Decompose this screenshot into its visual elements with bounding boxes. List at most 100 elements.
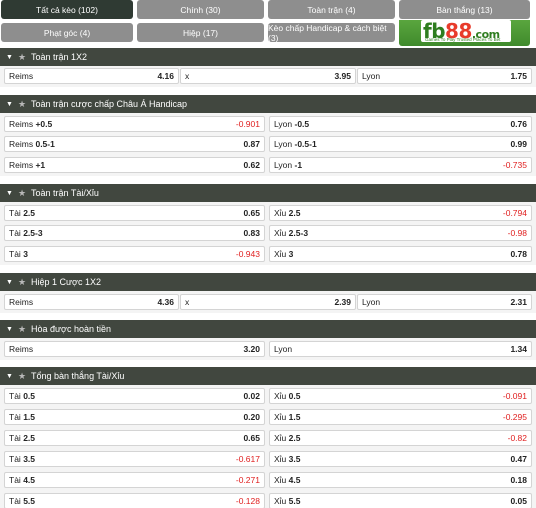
odds-value: 3.95: [334, 71, 351, 81]
star-icon[interactable]: ★: [18, 277, 26, 288]
selection-label: Tài 2.5-3: [9, 228, 243, 238]
odds-cell[interactable]: Xỉu 2.5 -0.82: [269, 430, 532, 446]
odds-cell[interactable]: Lyon -0.5-1 0.99: [269, 136, 532, 152]
selection-name: Tài: [9, 208, 21, 218]
odds-cell[interactable]: Lyon 1.75: [357, 68, 532, 84]
handicap-line: 2.5: [288, 433, 301, 443]
selection-label: Tài 2.5: [9, 433, 243, 443]
tab-corners[interactable]: Phạt góc (4): [1, 23, 133, 42]
handicap-line: 3: [288, 249, 294, 259]
odds-cell[interactable]: Reims 4.16: [4, 68, 179, 84]
selection-label: Tài 3: [9, 249, 236, 259]
odds-cell[interactable]: Tài 3 -0.943: [4, 246, 265, 262]
chevron-down-icon[interactable]: ▼: [6, 101, 13, 108]
section-header[interactable]: ▼ ★ Toàn trận Tài/Xỉu: [0, 184, 536, 202]
odds-cell[interactable]: Xỉu 2.5 -0.794: [269, 205, 532, 221]
handicap-line: 2.5: [23, 433, 36, 443]
odds-cell[interactable]: Tài 1.5 0.20: [4, 409, 265, 425]
odds-cell[interactable]: x 2.39: [180, 294, 356, 310]
odds-value: 0.78: [510, 249, 527, 259]
star-icon[interactable]: ★: [18, 324, 26, 335]
selection-label: Reims: [9, 344, 243, 354]
odds-value: -0.735: [502, 160, 527, 170]
chevron-down-icon[interactable]: ▼: [6, 373, 13, 380]
odds-cell[interactable]: Reims 0.5-1 0.87: [4, 136, 265, 152]
handicap-line: -1: [294, 160, 303, 170]
selection-label: Lyon -0.5: [274, 119, 510, 129]
odds-cell[interactable]: Xỉu 5.5 0.05: [269, 493, 532, 508]
tab-half[interactable]: Hiệp (17): [137, 23, 264, 42]
tab-full-match[interactable]: Toàn trận (4): [268, 0, 395, 19]
selection-label: Xỉu 1.5: [274, 412, 503, 422]
odds-value: 0.20: [243, 412, 260, 422]
odds-cell[interactable]: Tài 0.5 0.02: [4, 388, 265, 404]
odds-cell[interactable]: Tài 3.5 -0.617: [4, 451, 265, 467]
star-icon[interactable]: ★: [18, 99, 26, 110]
odds-value: 0.02: [243, 391, 260, 401]
handicap-line: 0.5: [288, 391, 301, 401]
selection-name: Xỉu: [274, 496, 287, 506]
odds-cell[interactable]: Xỉu 3.5 0.47: [269, 451, 532, 467]
odds-cell[interactable]: Xỉu 0.5 -0.091: [269, 388, 532, 404]
handicap-line: 5.5: [23, 496, 36, 506]
odds-cell[interactable]: Tài 2.5 0.65: [4, 205, 265, 221]
odds-cell[interactable]: Tài 5.5 -0.128: [4, 493, 265, 508]
odds-value: 3.20: [243, 344, 260, 354]
star-icon[interactable]: ★: [18, 371, 26, 382]
odds-value: -0.901: [235, 119, 260, 129]
tab-main[interactable]: Chính (30): [137, 0, 264, 19]
selection-name: Lyon: [274, 139, 293, 149]
selection-label: Xỉu 2.5-3: [274, 228, 508, 238]
selection-label: x: [185, 297, 334, 307]
odds-cell[interactable]: Tài 2.5-3 0.83: [4, 225, 265, 241]
section-title: Hòa được hoàn tiền: [31, 324, 111, 334]
handicap-line: -0.5: [294, 119, 310, 129]
odds-cell[interactable]: Reims +0.5 -0.901: [4, 116, 265, 132]
star-icon[interactable]: ★: [18, 52, 26, 63]
handicap-line: 1.5: [288, 412, 301, 422]
odds-cell[interactable]: Reims 4.36: [4, 294, 179, 310]
section-title: Tổng bàn thắng Tài/Xỉu: [31, 371, 125, 381]
section-header[interactable]: ▼ ★ Toàn trận 1X2: [0, 48, 536, 66]
odds-cell[interactable]: Lyon -1 -0.735: [269, 157, 532, 173]
selection-label: Lyon -0.5-1: [274, 139, 510, 149]
odds-value: 0.65: [243, 208, 260, 218]
selection-name: Xỉu: [274, 475, 287, 485]
selection-name: Reims: [9, 139, 34, 149]
tab-goals[interactable]: Bàn thắng (13): [399, 0, 530, 19]
odds-cell[interactable]: Lyon 1.34: [269, 341, 532, 357]
odds-cell[interactable]: Lyon 2.31: [357, 294, 532, 310]
tab-all-markets[interactable]: Tất cả kèo (102): [1, 0, 133, 19]
fb88-logo[interactable]: fb88.com Games To Play Trusted Places To…: [399, 20, 530, 46]
chevron-down-icon[interactable]: ▼: [6, 326, 13, 333]
odds-value: 0.87: [243, 139, 260, 149]
odds-cell[interactable]: x 3.95: [180, 68, 356, 84]
odds-value: 1.34: [510, 344, 527, 354]
tab-handicap[interactable]: Kèo chấp Handicap & cách biệt (3): [268, 23, 395, 43]
section-header[interactable]: ▼ ★ Tổng bàn thắng Tài/Xỉu: [0, 367, 536, 385]
odds-cell[interactable]: Xỉu 4.5 0.18: [269, 472, 532, 488]
selection-name: Tài: [9, 228, 21, 238]
odds-cell[interactable]: Tài 4.5 -0.271: [4, 472, 265, 488]
odds-cell[interactable]: Reims +1 0.62: [4, 157, 265, 173]
odds-cell[interactable]: Reims 3.20: [4, 341, 265, 357]
chevron-down-icon[interactable]: ▼: [6, 190, 13, 197]
section-header[interactable]: ▼ ★ Toàn trận cược chấp Châu Á Handicap: [0, 95, 536, 113]
odds-cell[interactable]: Xỉu 2.5-3 -0.98: [269, 225, 532, 241]
selection-name: Lyon: [274, 160, 293, 170]
odds-cell[interactable]: Lyon -0.5 0.76: [269, 116, 532, 132]
section-header[interactable]: ▼ ★ Hòa được hoàn tiền: [0, 320, 536, 338]
selection-label: Xỉu 3.5: [274, 454, 510, 464]
selection-name: Reims: [9, 71, 34, 81]
chevron-down-icon[interactable]: ▼: [6, 279, 13, 286]
odds-cell[interactable]: Xỉu 1.5 -0.295: [269, 409, 532, 425]
odds-cell[interactable]: Tài 2.5 0.65: [4, 430, 265, 446]
odds-cell[interactable]: Xỉu 3 0.78: [269, 246, 532, 262]
selection-name: Tài: [9, 454, 21, 464]
selection-label: x: [185, 71, 334, 81]
chevron-down-icon[interactable]: ▼: [6, 54, 13, 61]
section-header[interactable]: ▼ ★ Hiệp 1 Cược 1X2: [0, 273, 536, 291]
selection-name: Lyon: [274, 119, 293, 129]
star-icon[interactable]: ★: [18, 188, 26, 199]
handicap-line: 3.5: [23, 454, 36, 464]
